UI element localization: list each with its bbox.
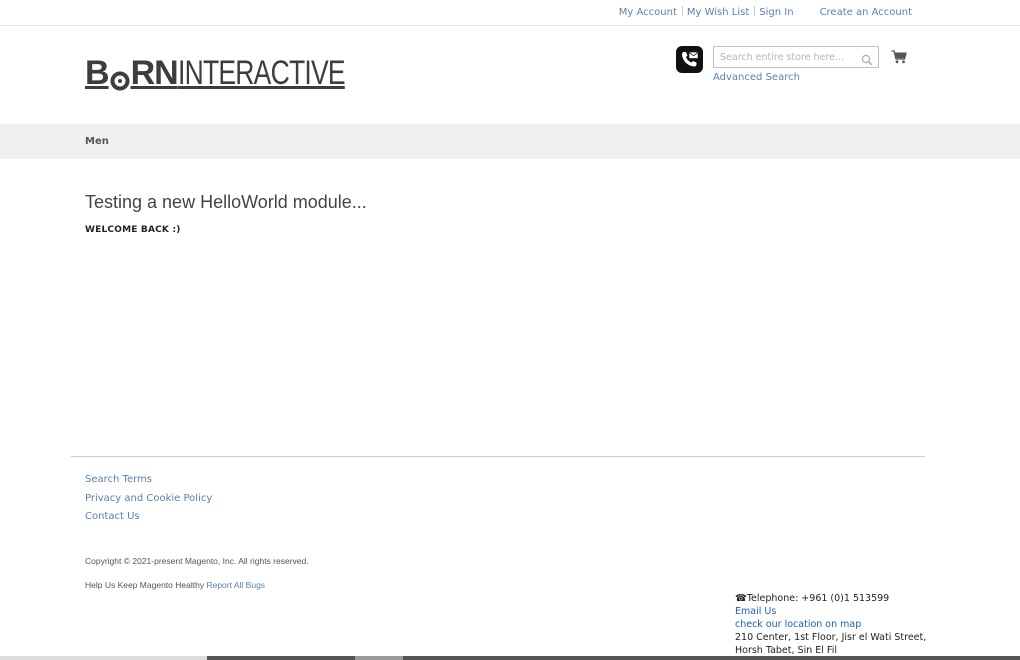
my-account-link[interactable]: My Account — [619, 7, 677, 18]
horizontal-scrollbar[interactable] — [0, 656, 1020, 660]
help-text: Help Us Keep Magento Healthy Report All … — [85, 580, 265, 590]
logo-text-rn: RN — [130, 54, 179, 92]
privacy-policy-link[interactable]: Privacy and Cookie Policy — [85, 493, 212, 505]
search-icon[interactable] — [861, 51, 873, 66]
logo-text-interactive: INTERACTIVE — [177, 54, 346, 92]
link-divider — [681, 6, 683, 16]
search-input[interactable] — [714, 47, 854, 67]
footer-links: Search Terms Privacy and Cookie Policy C… — [85, 474, 212, 530]
link-divider — [754, 6, 756, 16]
advanced-search-link[interactable]: Advanced Search — [713, 72, 800, 83]
footer-divider — [71, 456, 925, 457]
telephone-text: Telephone: +961 (0)1 513599 — [746, 593, 890, 604]
contact-us-link[interactable]: Contact Us — [85, 511, 212, 523]
scrollbar-thumb[interactable] — [355, 656, 403, 660]
phone-mail-icon[interactable] — [676, 46, 703, 73]
telephone-icon: ☎ — [735, 593, 747, 604]
search-box — [713, 46, 879, 68]
page-title: Testing a new HelloWorld module... — [85, 192, 367, 212]
logo-ring-icon — [110, 63, 130, 91]
my-wish-list-link[interactable]: My Wish List — [687, 7, 749, 18]
map-link[interactable]: check our location on map — [735, 618, 926, 631]
report-bugs-link[interactable]: Report All Bugs — [206, 580, 265, 590]
copyright-text: Copyright © 2021-present Magento, Inc. A… — [85, 556, 309, 566]
search-terms-link[interactable]: Search Terms — [85, 474, 212, 486]
account-links: My Account My Wish List Sign In Create an A… — [619, 6, 912, 18]
store-logo[interactable]: B RN INTERACTIVE — [85, 55, 391, 91]
help-label: Help Us Keep Magento Healthy — [85, 580, 205, 590]
telephone-line: ☎Telephone: +961 (0)1 513599 — [735, 592, 926, 605]
top-header-bar: My Account My Wish List Sign In Create an A… — [0, 0, 1020, 26]
sign-in-link[interactable]: Sign In — [759, 7, 793, 18]
welcome-message: WELCOME BACK :) — [85, 225, 181, 235]
scrollbar-segment — [403, 656, 1020, 660]
contact-info: ☎Telephone: +961 (0)1 513599 Email Us ch… — [735, 592, 926, 657]
email-us-link[interactable]: Email Us — [735, 605, 926, 618]
cart-icon[interactable] — [891, 49, 907, 64]
create-account-link[interactable]: Create an Account — [820, 7, 912, 18]
logo-text-b: B — [85, 54, 110, 92]
scrollbar-segment — [207, 656, 355, 660]
nav-item-men[interactable]: Men — [85, 136, 109, 147]
address-line-1: 210 Center, 1st Floor, Jisr el Wati Stre… — [735, 632, 927, 643]
category-nav: Men — [0, 124, 1020, 159]
